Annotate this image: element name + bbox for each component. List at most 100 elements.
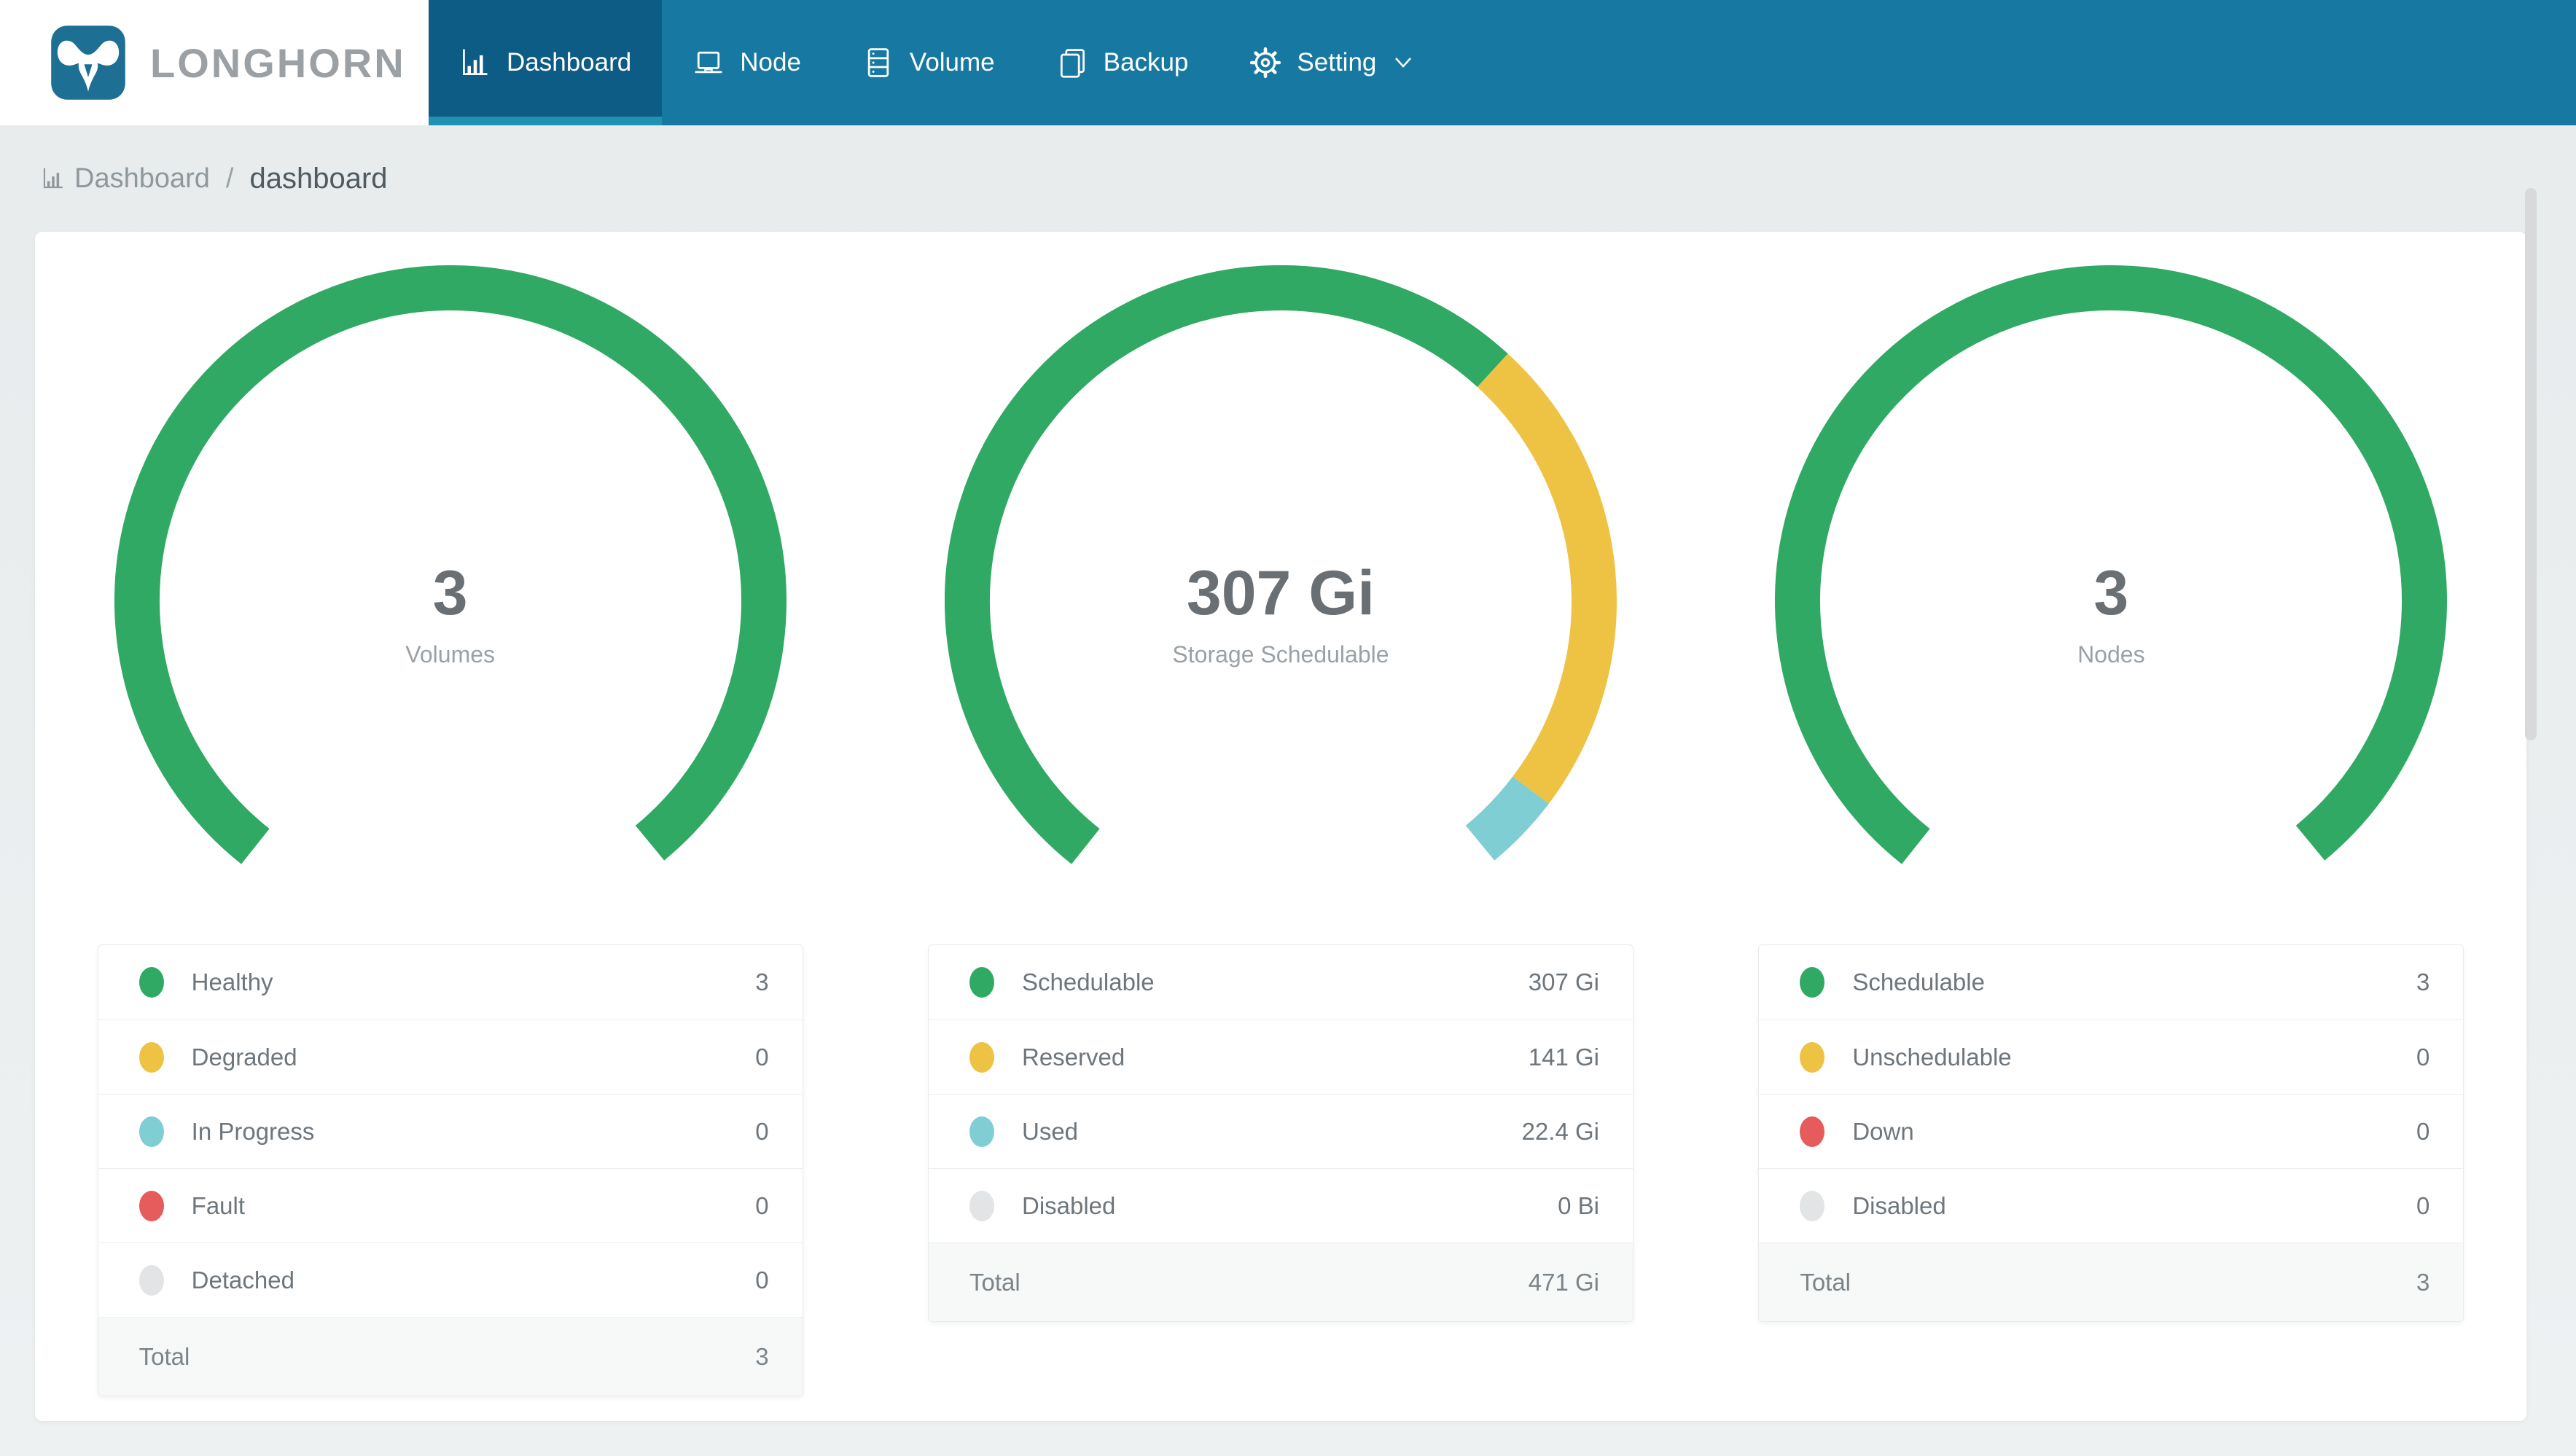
legend-value: 307 Gi	[1528, 968, 1599, 995]
volumes-gauge-chart	[114, 265, 787, 864]
legend-row-schedulable: Schedulable 307 Gi	[929, 945, 1633, 1019]
breadcrumb-separator: /	[225, 163, 234, 194]
total-value: 471 Gi	[1528, 1268, 1599, 1296]
status-dot-unschedulable	[1800, 1041, 1825, 1073]
legend-label: Disabled	[1852, 1191, 1946, 1219]
main-nav: Dashboard Node Volume Backup Setting	[429, 0, 1443, 125]
legend-label: Used	[1021, 1117, 1079, 1145]
status-dot-disabled	[969, 1190, 994, 1221]
legend-row-used: Used 22.4 Gi	[928, 1094, 1633, 1168]
legend-value: 0	[755, 1191, 769, 1219]
storage-legend-table: Schedulable 307 Gi Reserved 141 Gi Used …	[927, 944, 1634, 1322]
tab-label: Volume	[909, 48, 995, 77]
breadcrumb: Dashboard / dashboard	[41, 125, 388, 232]
status-dot-disabled	[1800, 1190, 1825, 1221]
status-dot-schedulable	[1800, 967, 1825, 998]
storage-gauge: 307 Gi Storage Schedulable	[944, 265, 1617, 937]
longhorn-bull-icon	[51, 26, 125, 100]
legend-value: 3	[755, 968, 769, 995]
tab-label: Backup	[1103, 48, 1189, 77]
gauge-segment-reserved	[1477, 353, 1617, 804]
bar-chart-icon	[463, 49, 488, 75]
status-dot-schedulable	[969, 967, 994, 998]
legend-row-disabled: Disabled 0	[1759, 1168, 2464, 1242]
laptop-icon	[695, 51, 722, 74]
legend-label: Healthy	[191, 968, 273, 995]
volumes-gauge: 3 Volumes	[114, 265, 787, 937]
legend-row-degraded: Degraded 0	[98, 1019, 803, 1094]
legend-value: 0	[755, 1266, 769, 1293]
legend-value: 22.4 Gi	[1521, 1117, 1599, 1145]
breadcrumb-section[interactable]: Dashboard	[74, 163, 210, 195]
legend-value: 3	[2416, 968, 2430, 995]
nodes-gauge-chart	[1775, 265, 2448, 864]
legend-label: Degraded	[191, 1043, 297, 1071]
status-dot-down	[1800, 1116, 1825, 1147]
tab-label: Node	[740, 48, 801, 77]
status-dot-used	[969, 1116, 994, 1147]
nodes-gauge: 3 Nodes	[1775, 265, 2448, 937]
legend-total-row: Total 471 Gi	[928, 1242, 1633, 1321]
gauge-segment-used	[1465, 776, 1549, 861]
legend-label: Disabled	[1021, 1191, 1116, 1219]
legend-label: Schedulable	[1021, 968, 1155, 995]
legend-row-down: Down 0	[1759, 1094, 2464, 1168]
chevron-down-icon	[1395, 58, 1412, 68]
legend-value: 0	[2416, 1191, 2430, 1219]
legend-row-unschedulable: Unschedulable 0	[1759, 1019, 2464, 1094]
tab-label: Dashboard	[507, 48, 632, 77]
storage-panel: 307 Gi Storage Schedulable Schedulable 3…	[865, 265, 1695, 1421]
brand-logo[interactable]: LONGHORN	[0, 0, 429, 125]
tab-backup[interactable]: Backup	[1026, 0, 1219, 125]
legend-row-schedulable: Schedulable 3	[1759, 945, 2463, 1019]
database-icon	[867, 48, 889, 77]
status-dot-fault	[138, 1190, 164, 1221]
legend-value: 0	[755, 1043, 769, 1071]
tab-label: Setting	[1297, 48, 1377, 77]
legend-label: Unschedulable	[1852, 1043, 2012, 1071]
legend-label: Reserved	[1021, 1043, 1125, 1071]
total-label: Total	[138, 1342, 190, 1370]
breadcrumb-page: dashboard	[249, 162, 388, 195]
tab-setting[interactable]: Setting	[1219, 0, 1443, 125]
longhorn-dashboard: { "brand": { "name": "LONGHORN", "logo_i…	[0, 0, 2576, 1456]
vertical-scrollbar-thumb[interactable]	[2525, 188, 2537, 740]
dashboard-card: 3 Volumes Healthy 3 Degraded 0 In Progre…	[35, 232, 2526, 1421]
total-label: Total	[1800, 1268, 1851, 1296]
legend-row-fault: Fault 0	[98, 1168, 803, 1242]
legend-value: 0	[755, 1117, 769, 1145]
gauge-segment-schedulable	[944, 265, 1508, 864]
nodes-panel: 3 Nodes Schedulable 3 Unschedulable 0 Do…	[1696, 265, 2526, 1421]
copy-icon	[1060, 49, 1085, 78]
legend-value: 0	[2416, 1117, 2430, 1145]
tab-node[interactable]: Node	[662, 0, 832, 125]
legend-label: Detached	[191, 1266, 294, 1293]
status-dot-reserved	[969, 1041, 994, 1073]
legend-row-reserved: Reserved 141 Gi	[928, 1019, 1633, 1094]
legend-value: 0 Bi	[1558, 1191, 1599, 1219]
legend-label: Down	[1852, 1117, 1914, 1145]
legend-row-detached: Detached 0	[98, 1242, 803, 1317]
nodes-legend-table: Schedulable 3 Unschedulable 0 Down 0 Dis…	[1758, 944, 2464, 1322]
volumes-panel: 3 Volumes Healthy 3 Degraded 0 In Progre…	[35, 265, 865, 1421]
legend-total-row: Total 3	[98, 1317, 803, 1396]
legend-row-disabled: Disabled 0 Bi	[928, 1168, 1633, 1242]
tab-volume[interactable]: Volume	[832, 0, 1026, 125]
total-value: 3	[2416, 1268, 2430, 1296]
status-dot-in-progress	[138, 1116, 164, 1147]
brand-name: LONGHORN	[150, 39, 406, 86]
total-value: 3	[755, 1342, 769, 1370]
legend-value: 0	[2416, 1043, 2430, 1071]
status-dot-healthy	[138, 967, 164, 998]
legend-label: In Progress	[191, 1117, 315, 1145]
legend-row-in-progress: In Progress 0	[98, 1094, 803, 1168]
volumes-legend-table: Healthy 3 Degraded 0 In Progress 0 Fault…	[97, 944, 803, 1396]
total-label: Total	[969, 1268, 1020, 1296]
tab-dashboard[interactable]: Dashboard	[429, 0, 663, 125]
legend-value: 141 Gi	[1528, 1043, 1599, 1071]
legend-row-healthy: Healthy 3	[98, 945, 803, 1019]
storage-gauge-chart	[944, 265, 1617, 864]
status-dot-degraded	[138, 1041, 164, 1073]
gauge-segment-healthy	[114, 265, 787, 864]
legend-total-row: Total 3	[1759, 1242, 2464, 1321]
